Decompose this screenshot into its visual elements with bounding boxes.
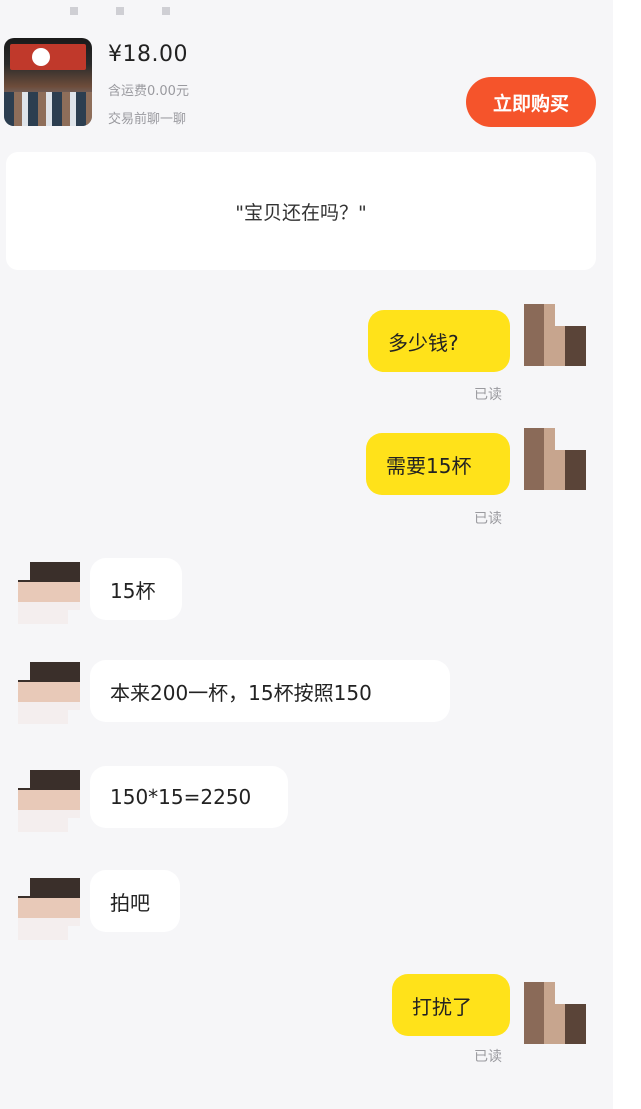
top-fragment [70,0,208,15]
message-bubble-received[interactable]: 15杯 [90,558,182,620]
read-receipt: 已读 [474,511,502,527]
product-price: ¥18.00 [108,42,188,67]
my-avatar[interactable] [524,428,586,490]
product-header[interactable]: ¥18.00 含运费0.00元 交易前聊一聊 立即购买 [0,26,613,136]
product-thumbnail[interactable] [4,38,92,126]
crowd-image [4,92,92,126]
message-bubble-received[interactable]: 拍吧 [90,870,180,932]
my-avatar[interactable] [524,982,586,1044]
message-bubble-received[interactable]: 本来200一杯，15杯按照150 [90,660,450,722]
seller-avatar[interactable] [18,662,80,724]
quoted-message-card: "宝贝还在吗？" [6,152,596,270]
my-avatar[interactable] [524,304,586,366]
message-bubble-sent[interactable]: 打扰了 [392,974,510,1036]
seller-avatar[interactable] [18,562,80,624]
message-bubble-sent[interactable]: 需要15杯 [366,433,510,495]
deal-note: 交易前聊一聊 [108,112,187,127]
shop-sign-image [10,44,86,70]
read-receipt: 已读 [474,387,502,403]
message-bubble-sent[interactable]: 多少钱? [368,310,510,372]
buy-now-button[interactable]: 立即购买 [466,77,596,127]
seller-avatar[interactable] [18,770,80,832]
read-receipt: 已读 [474,1049,502,1065]
shipping-info: 含运费0.00元 [108,84,189,99]
message-bubble-received[interactable]: 150*15=2250 [90,766,288,828]
seller-avatar[interactable] [18,878,80,940]
right-edge [613,0,641,1109]
